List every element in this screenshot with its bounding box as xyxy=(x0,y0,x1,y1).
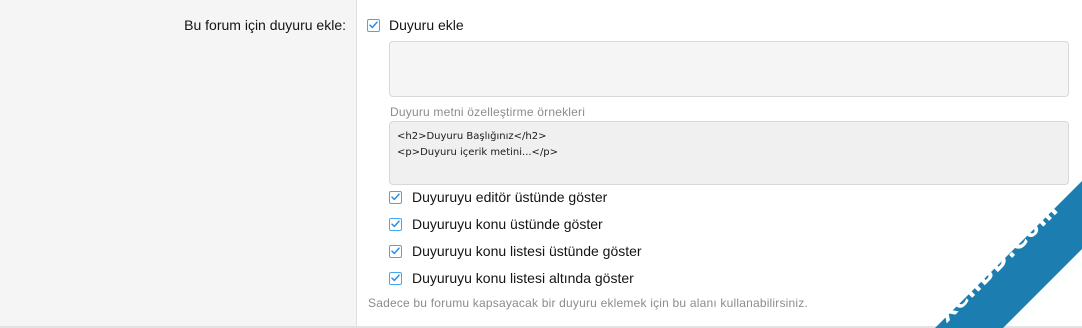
option-editor-label[interactable]: Duyuruyu editör üstünde göster xyxy=(412,189,607,205)
option-list-bottom-label[interactable]: Duyuruyu konu listesi altında göster xyxy=(412,270,634,286)
option-thread-label[interactable]: Duyuruyu konu üstünde göster xyxy=(412,216,603,232)
form-label-column: Bu forum için duyuru ekle: xyxy=(0,0,357,326)
notice-text-input[interactable] xyxy=(389,41,1069,97)
example-line-heading: <h2>Duyuru Başlığınız</h2> xyxy=(397,131,547,142)
example-line-paragraph: <p>Duyuru içerik metini...</p> xyxy=(397,147,559,158)
option-editor-checkbox-row[interactable]: Duyuruyu editör üstünde göster xyxy=(389,189,607,205)
option-list-bottom-checkbox[interactable] xyxy=(389,271,402,285)
option-list-top-checkbox[interactable] xyxy=(389,244,402,258)
add-notice-checkbox-row[interactable]: Duyuru ekle xyxy=(367,17,464,33)
option-list-bottom-checkbox-row[interactable]: Duyuruyu konu listesi altında göster xyxy=(389,270,634,286)
add-notice-label[interactable]: Duyuru ekle xyxy=(389,17,464,33)
watermark-text: XenBD.Com xyxy=(932,196,1064,328)
option-list-top-label[interactable]: Duyuruyu konu listesi üstünde göster xyxy=(412,243,642,259)
option-list-top-checkbox-row[interactable]: Duyuruyu konu listesi üstünde göster xyxy=(389,243,642,259)
checkmark-icon xyxy=(391,220,400,228)
add-notice-checkbox[interactable] xyxy=(367,18,380,32)
option-editor-checkbox[interactable] xyxy=(389,190,402,204)
option-thread-checkbox-row[interactable]: Duyuruyu konu üstünde göster xyxy=(389,216,603,232)
examples-code-box: <h2>Duyuru Başlığınız</h2> <p>Duyuru içe… xyxy=(389,121,1069,185)
examples-hint: Duyuru metni özelleştirme örnekleri xyxy=(390,105,586,119)
form-row-label: Bu forum için duyuru ekle: xyxy=(184,17,346,33)
checkmark-icon xyxy=(391,247,400,255)
checkmark-icon xyxy=(391,193,400,201)
checkmark-icon xyxy=(391,274,400,282)
checkmark-icon xyxy=(369,21,378,29)
option-thread-checkbox[interactable] xyxy=(389,217,402,231)
field-explanation: Sadece bu forumu kapsayacak bir duyuru e… xyxy=(368,296,809,310)
